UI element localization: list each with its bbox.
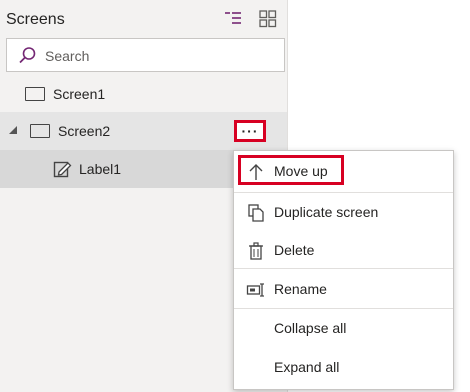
arrow-up-icon xyxy=(249,164,263,180)
rename-icon xyxy=(246,283,264,297)
menu-item-expand-all[interactable]: Expand all xyxy=(234,348,453,386)
tree-item-label: Screen2 xyxy=(58,123,111,139)
tree-item-screen1[interactable]: Screen1 xyxy=(0,75,287,113)
menu-item-label: Move up xyxy=(274,163,328,179)
trash-icon xyxy=(249,242,263,260)
collapse-caret-icon[interactable] xyxy=(9,126,17,134)
menu-item-label: Collapse all xyxy=(274,320,347,336)
menu-item-label: Rename xyxy=(274,281,327,297)
panel-title: Screens xyxy=(6,11,65,28)
tree-item-label: Label1 xyxy=(79,161,122,177)
duplicate-icon xyxy=(248,204,264,222)
context-menu: Move up Duplicate screen Delete Rename C… xyxy=(233,150,454,390)
grid-view-icon[interactable] xyxy=(258,9,278,29)
menu-item-collapse-all[interactable]: Collapse all xyxy=(234,309,453,347)
more-options-button[interactable]: ··· xyxy=(234,120,266,142)
tree-item-screen2[interactable]: Screen2 ··· xyxy=(0,112,287,150)
edit-label-icon xyxy=(53,159,73,184)
menu-divider xyxy=(234,268,453,269)
tree-view-icon[interactable] xyxy=(223,9,243,29)
search-icon xyxy=(17,46,37,66)
menu-item-label: Duplicate screen xyxy=(274,204,379,220)
screen-icon xyxy=(25,87,45,101)
menu-item-label: Expand all xyxy=(274,359,340,375)
menu-item-move-up[interactable]: Move up xyxy=(234,152,453,190)
screen-icon xyxy=(30,124,50,138)
tree-item-label1[interactable]: Label1 xyxy=(0,150,233,188)
menu-item-delete[interactable]: Delete xyxy=(234,231,453,269)
search-input[interactable] xyxy=(43,45,277,67)
menu-item-duplicate-screen[interactable]: Duplicate screen xyxy=(234,193,453,231)
panel-header: Screens xyxy=(0,0,287,38)
menu-item-rename[interactable]: Rename xyxy=(234,270,453,308)
search-box[interactable] xyxy=(6,38,285,72)
tree-item-label: Screen1 xyxy=(53,86,106,102)
menu-item-label: Delete xyxy=(274,242,315,258)
